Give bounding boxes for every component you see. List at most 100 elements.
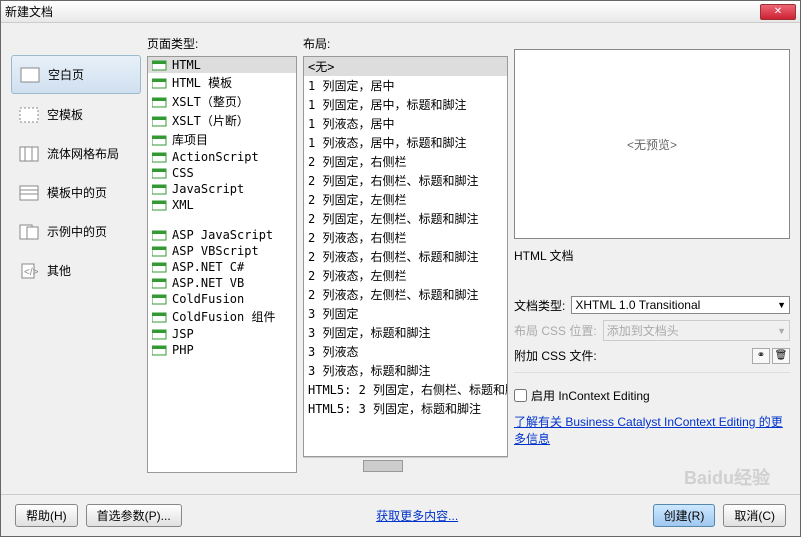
- layout-label: 1 列液态，居中，标题和脚注: [308, 134, 466, 151]
- page-type-column: 页面类型: HTMLHTML 模板XSLT（整页）XSLT（片断）库项目Acti…: [147, 33, 297, 473]
- page-type-item[interactable]: ASP JavaScript: [148, 227, 296, 243]
- layout-item[interactable]: 3 列液态，标题和脚注: [304, 361, 507, 380]
- nav-item-0[interactable]: 空白页: [11, 55, 141, 94]
- nav-item-3[interactable]: 模板中的页: [11, 174, 141, 211]
- file-type-icon: [152, 328, 168, 340]
- page-type-item[interactable]: ASP.NET C#: [148, 259, 296, 275]
- layout-label: 1 列固定，居中，标题和脚注: [308, 96, 466, 113]
- file-type-icon: [152, 183, 168, 195]
- layout-item[interactable]: 2 列液态，右侧栏: [304, 228, 507, 247]
- file-type-icon: [152, 59, 168, 71]
- svg-text:</>: </>: [24, 267, 39, 278]
- incontext-row: 启用 InContext Editing: [514, 387, 790, 404]
- layout-label: 3 列固定: [308, 305, 358, 322]
- prefs-button[interactable]: 首选参数(P)...: [86, 504, 182, 527]
- layout-item[interactable]: 2 列固定，右侧栏、标题和脚注: [304, 171, 507, 190]
- incontext-checkbox[interactable]: [514, 389, 527, 402]
- layout-label: 3 列液态，标题和脚注: [308, 362, 430, 379]
- no-preview-text: <无预览>: [627, 136, 677, 153]
- page-type-item[interactable]: ActionScript: [148, 149, 296, 165]
- layout-item[interactable]: 2 列固定，左侧栏、标题和脚注: [304, 209, 507, 228]
- layout-item[interactable]: 1 列固定，居中，标题和脚注: [304, 95, 507, 114]
- preview-label: HTML 文档: [514, 247, 790, 264]
- page-type-item[interactable]: ASP VBScript: [148, 243, 296, 259]
- nav-label: 模板中的页: [47, 184, 107, 201]
- nav-icon: [20, 67, 40, 83]
- file-type-icon: [152, 277, 168, 289]
- incontext-link[interactable]: 了解有关 Business Catalyst InContext Editing…: [514, 414, 790, 448]
- page-type-item[interactable]: CSS: [148, 165, 296, 181]
- layout-item[interactable]: 2 列液态，右侧栏、标题和脚注: [304, 247, 507, 266]
- layout-item[interactable]: 3 列固定: [304, 304, 507, 323]
- page-type-label: 库项目: [172, 131, 208, 148]
- nav-item-2[interactable]: 流体网格布局: [11, 135, 141, 172]
- layout-item[interactable]: 1 列液态，居中: [304, 114, 507, 133]
- page-type-item[interactable]: JavaScript: [148, 181, 296, 197]
- page-type-item[interactable]: 库项目: [148, 130, 296, 149]
- page-type-item[interactable]: XML: [148, 197, 296, 213]
- attach-css-label: 附加 CSS 文件:: [514, 347, 597, 364]
- layout-item[interactable]: 1 列液态，居中，标题和脚注: [304, 133, 507, 152]
- doctype-row: 文档类型: XHTML 1.0 Transitional ▼: [514, 296, 790, 314]
- page-type-label: ColdFusion 组件: [172, 308, 275, 325]
- layout-label: 3 列固定，标题和脚注: [308, 324, 430, 341]
- doctype-label: 文档类型:: [514, 297, 565, 314]
- layout-item[interactable]: 3 列液态: [304, 342, 507, 361]
- layout-item[interactable]: 3 列固定，标题和脚注: [304, 323, 507, 342]
- layout-item[interactable]: 2 列固定，右侧栏: [304, 152, 507, 171]
- file-type-icon: [152, 77, 168, 89]
- get-more-link[interactable]: 获取更多内容...: [376, 507, 458, 524]
- css-pos-label: 布局 CSS 位置:: [514, 322, 597, 339]
- layout-item[interactable]: HTML5: 2 列固定，右侧栏、标题和脚注: [304, 380, 507, 399]
- page-type-item[interactable]: JSP: [148, 326, 296, 342]
- file-type-icon: [152, 115, 168, 127]
- nav-item-4[interactable]: 示例中的页: [11, 213, 141, 250]
- page-type-item[interactable]: XSLT（片断）: [148, 111, 296, 130]
- nav-item-1[interactable]: 空模板: [11, 96, 141, 133]
- layout-item[interactable]: 2 列液态，左侧栏、标题和脚注: [304, 285, 507, 304]
- layout-label: 2 列液态，左侧栏、标题和脚注: [308, 286, 478, 303]
- cancel-button[interactable]: 取消(C): [723, 504, 786, 527]
- page-type-item[interactable]: XSLT（整页）: [148, 92, 296, 111]
- layout-item[interactable]: 2 列液态，左侧栏: [304, 266, 507, 285]
- doctype-select[interactable]: XHTML 1.0 Transitional ▼: [571, 296, 790, 314]
- page-type-label: XML: [172, 198, 194, 212]
- nav-label: 空模板: [47, 106, 83, 123]
- page-type-item[interactable]: HTML: [148, 57, 296, 73]
- incontext-label: 启用 InContext Editing: [531, 387, 650, 404]
- page-type-item[interactable]: HTML 模板: [148, 73, 296, 92]
- link-icon: ⚭: [757, 350, 765, 361]
- help-button[interactable]: 帮助(H): [15, 504, 78, 527]
- create-button[interactable]: 创建(R): [653, 504, 716, 527]
- layout-item[interactable]: 1 列固定，居中: [304, 76, 507, 95]
- link-css-button[interactable]: ⚭: [752, 348, 770, 364]
- layout-item[interactable]: HTML5: 3 列固定，标题和脚注: [304, 399, 507, 418]
- page-type-label: ASP.NET C#: [172, 260, 244, 274]
- remove-css-button[interactable]: 🗑: [772, 348, 790, 364]
- layout-list[interactable]: <无>1 列固定，居中1 列固定，居中，标题和脚注1 列液态，居中1 列液态，居…: [303, 56, 508, 457]
- page-type-item[interactable]: ColdFusion 组件: [148, 307, 296, 326]
- category-nav: 空白页空模板流体网格布局模板中的页示例中的页 </>其他: [11, 33, 141, 473]
- nav-item-5[interactable]: </>其他: [11, 252, 141, 289]
- horizontal-scrollbar[interactable]: [303, 457, 508, 473]
- preview-box: <无预览>: [514, 49, 790, 239]
- page-type-label: HTML 模板: [172, 74, 232, 91]
- right-panel: <无预览> HTML 文档 文档类型: XHTML 1.0 Transition…: [514, 33, 790, 473]
- nav-label: 示例中的页: [47, 223, 107, 240]
- layout-item[interactable]: 2 列固定，左侧栏: [304, 190, 507, 209]
- layout-label: 2 列固定，左侧栏、标题和脚注: [308, 210, 478, 227]
- page-type-item[interactable]: PHP: [148, 342, 296, 358]
- nav-icon: [19, 107, 39, 123]
- close-button[interactable]: ✕: [760, 4, 796, 20]
- page-type-list[interactable]: HTMLHTML 模板XSLT（整页）XSLT（片断）库项目ActionScri…: [147, 56, 297, 473]
- file-type-icon: [152, 344, 168, 356]
- nav-icon: [19, 146, 39, 162]
- layout-item[interactable]: <无>: [304, 57, 507, 76]
- file-type-icon: [152, 167, 168, 179]
- dialog-content: 空白页空模板流体网格布局模板中的页示例中的页 </>其他 页面类型: HTMLHT…: [1, 23, 800, 483]
- file-type-icon: [152, 199, 168, 211]
- css-pos-row: 布局 CSS 位置: 添加到文档头 ▼: [514, 320, 790, 341]
- page-type-item[interactable]: ASP.NET VB: [148, 275, 296, 291]
- page-type-item[interactable]: ColdFusion: [148, 291, 296, 307]
- nav-icon: </>: [19, 263, 39, 279]
